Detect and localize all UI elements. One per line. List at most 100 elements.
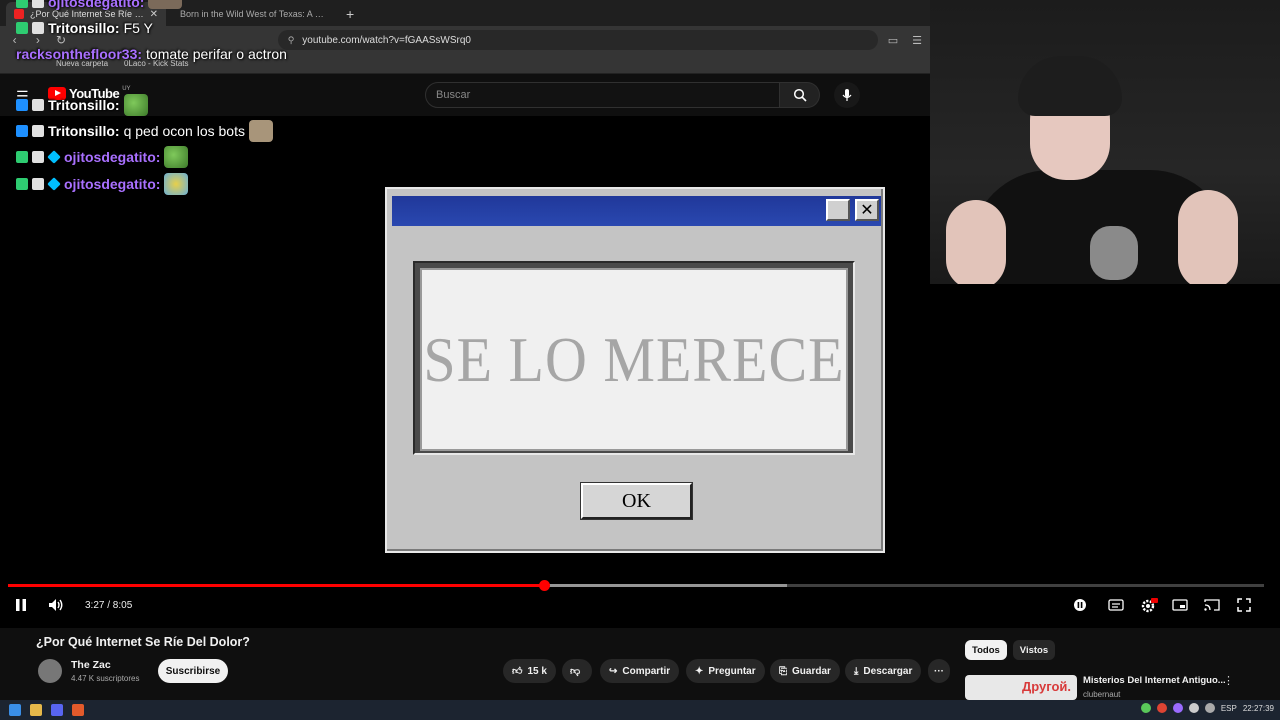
clock[interactable]: 22:27:39 [1243,704,1274,713]
tab-title: Born in the Wild West of Texas: A Jou [180,9,324,19]
more-actions-button[interactable]: ··· [928,659,950,683]
recommended-title[interactable]: Misterios Del Internet Antiguo... [1083,675,1226,686]
settings-gear-icon[interactable] [1140,598,1158,617]
dialog-message-frame: SE LO MERECE [413,261,855,455]
save-label: Guardar [792,665,831,677]
save-button[interactable]: ⎘ Guardar [770,659,840,683]
tab-inactive[interactable]: Born in the Wild West of Texas: A Jou [172,2,332,26]
search-icon [793,88,807,102]
streamer-arm [1178,190,1238,284]
recommended-thumbnail[interactable]: Другой. [965,675,1077,700]
chat-message: ojitosdegatito: [16,0,183,10]
player-controls: 3:27 / 8:05 [0,592,1280,622]
gift-badge-icon [32,151,44,163]
played-bar [8,584,545,587]
moderator-badge-icon [16,125,28,137]
chat-text: q ped ocon los bots [123,123,245,139]
language-indicator[interactable]: ESP [1221,704,1237,713]
channel-avatar[interactable] [38,659,62,683]
network-icon[interactable] [1188,703,1199,713]
emote-image [148,0,183,9]
search-button[interactable] [780,82,820,108]
recommendation-filter-chips: Todos Vistos [965,640,1056,660]
mate-cup [1090,226,1138,280]
start-windows-icon[interactable] [9,704,21,716]
system-tray: ESP 22:27:39 [1140,703,1274,713]
close-tab-icon[interactable]: ✕ [150,9,158,20]
ask-button[interactable]: ✦ Preguntar [686,659,765,683]
subscriber-badge-icon [16,0,28,8]
thumbs-down-icon: 👎︎ [570,666,581,677]
gift-badge-icon [32,178,44,190]
dialog-message-panel: SE LO MERECE [420,268,848,451]
streamer-hair [1018,56,1122,116]
like-count: 15 k [527,665,547,677]
chat-username: Tritonsillo: [48,20,120,36]
video-info-section: ¿Por Qué Internet Se Ríe Del Dolor? The … [0,628,1280,700]
chat-message: racksonthefloor33: tomate perifar o actr… [16,46,287,62]
subtitles-icon[interactable] [1108,598,1124,615]
voice-search-button[interactable] [834,82,860,108]
cast-icon[interactable]: ▭ [888,34,898,47]
browser-icon[interactable] [72,704,84,716]
microphone-icon [842,89,852,101]
url-text: youtube.com/watch?v=fGAASsWSrq0 [302,34,471,46]
subscriber-badge-icon [16,151,28,163]
discord-icon[interactable] [51,704,63,716]
ask-label: Preguntar [708,665,756,677]
subscriber-badge-icon [16,22,28,34]
download-label: Descargar [863,665,913,677]
url-field[interactable]: ⚲ youtube.com/watch?v=fGAASsWSrq0 [277,30,878,50]
youtube-favicon-icon [14,9,24,19]
search-box [425,82,820,108]
extensions-icon[interactable]: ☰ [912,34,922,47]
chat-username: ojitosdegatito: [64,149,161,165]
share-icon: ↪ [609,665,618,677]
volume-icon[interactable] [48,598,64,615]
dialog-ok-button: OK [581,483,692,519]
emote-image [248,120,273,142]
fullscreen-icon[interactable] [1237,598,1251,615]
moderator-badge-icon [16,99,28,111]
share-button[interactable]: ↪ Compartir [600,659,680,683]
streamer-arm [946,200,1006,284]
miniplayer-icon[interactable] [1172,598,1188,615]
screen: ¿Por Qué Internet Se Ríe Del ✕ Born in t… [0,0,1280,720]
recommended-more-icon[interactable]: ⋮ [1223,674,1234,687]
chip-watched[interactable]: Vistos [1012,640,1056,660]
volume-tray-icon[interactable] [1204,703,1215,713]
webcam-overlay [930,0,1280,284]
share-label: Compartir [622,665,671,677]
time-display: 3:27 / 8:05 [85,600,133,611]
dislike-button[interactable]: 👎︎ [562,659,592,683]
subscribe-button[interactable]: Suscribirse [158,659,228,683]
recommended-channel[interactable]: clubernaut [1083,690,1120,699]
bookmark-icon: ⎘ [779,665,787,677]
cast-icon[interactable] [1204,598,1220,615]
chip-all[interactable]: Todos [965,640,1007,660]
gift-badge-icon [32,22,44,34]
file-explorer-icon[interactable] [30,704,42,716]
tray-app-icon[interactable] [1172,703,1183,713]
windows-taskbar: ESP 22:27:39 [0,700,1280,720]
chat-message: ojitosdegatito: [16,173,189,195]
channel-name[interactable]: The Zac [71,659,111,671]
new-tab-button[interactable]: + [338,2,362,26]
autoplay-toggle-icon[interactable] [1073,598,1087,615]
sparkle-icon: ✦ [695,665,704,677]
thumbs-up-icon: 👍︎ [512,666,523,677]
minimize-icon [826,199,850,221]
tray-app-icon[interactable] [1140,703,1151,713]
pause-icon[interactable] [14,598,28,615]
frog-emote-icon [123,94,148,116]
site-info-icon[interactable]: ⚲ [288,35,295,46]
verified-badge-icon [47,150,61,164]
video-dialog-box: ✕ SE LO MERECE OK [385,187,885,553]
like-button[interactable]: 👍︎ 15 k [503,659,556,683]
video-progress-bar[interactable] [8,580,1264,591]
tray-app-icon[interactable] [1156,703,1167,713]
download-button[interactable]: ⤓ Descargar [845,659,922,683]
chat-message: ojitosdegatito: [16,146,189,168]
search-input[interactable] [425,82,781,108]
chat-message: Tritonsillo: q ped ocon los bots [16,120,273,142]
